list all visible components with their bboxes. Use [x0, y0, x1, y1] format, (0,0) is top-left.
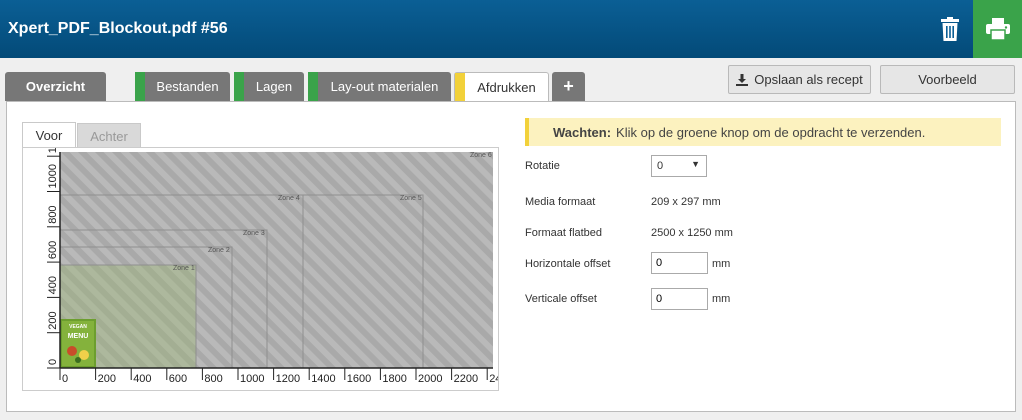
download-icon [736, 73, 749, 86]
vertical-offset-label: Verticale offset [525, 293, 597, 305]
tab-label: Overzicht [25, 79, 86, 94]
tab-lagen[interactable]: Lagen [234, 72, 304, 101]
x-tick-label: 2000 [418, 373, 442, 385]
tab-bestanden[interactable]: Bestanden [135, 72, 230, 101]
tab-label: Lagen [255, 79, 293, 94]
zone-3-label: Zone 3 [243, 230, 265, 237]
tab-front[interactable]: Voor [22, 122, 76, 148]
tab-label: Bestanden [156, 79, 219, 94]
tab-overzicht[interactable]: Overzicht [5, 72, 106, 101]
zone-6-label: Zone 6 [470, 152, 492, 159]
tab-label: Afdrukken [477, 80, 536, 95]
chevron-down-icon: ▼ [691, 159, 700, 169]
y-tick-label: 200 [47, 311, 59, 329]
x-tick-label: 1800 [382, 373, 406, 385]
y-tick-label: 800 [47, 205, 59, 223]
print-panel: Voor Achter Zone 1 Zone 2 Zone 3 Zone 4 … [6, 101, 1016, 412]
x-tick-label: 1200 [276, 373, 300, 385]
vertical-offset-input[interactable] [651, 288, 708, 310]
y-tick-label: 400 [47, 276, 59, 294]
flatbed-preview[interactable]: Zone 1 Zone 2 Zone 3 Zone 4 Zone 5 Zone … [22, 129, 508, 391]
tab-back[interactable]: Achter [77, 123, 141, 149]
delete-button[interactable] [928, 0, 972, 58]
preview-button[interactable]: Voorbeeld [880, 65, 1015, 94]
plus-icon: + [563, 76, 574, 96]
horizontal-offset-label: Horizontale offset [525, 258, 611, 270]
x-tick-label: 240 [489, 373, 498, 385]
y-tick-label: 1200 [47, 148, 59, 153]
x-tick-label: 2200 [454, 373, 478, 385]
tab-front-label: Voor [35, 128, 63, 143]
zone-1-label: Zone 1 [173, 265, 195, 272]
x-tick-label: 600 [169, 373, 187, 385]
horizontal-offset-input[interactable] [651, 252, 708, 274]
add-tab-button[interactable]: + [552, 72, 585, 101]
x-tick-label: 1000 [240, 373, 264, 385]
x-tick-label: 800 [204, 373, 222, 385]
flatbed-canvas: Zone 1 Zone 2 Zone 3 Zone 4 Zone 5 Zone … [47, 129, 508, 385]
flatbed-format-label: Formaat flatbed [525, 227, 603, 239]
artwork-thumbnail[interactable]: VEGAN MENU [60, 319, 96, 368]
status-stripe [308, 72, 318, 101]
status-stripe [135, 72, 145, 101]
printer-icon [985, 18, 1010, 40]
document-title: Xpert_PDF_Blockout.pdf #56 [8, 20, 228, 37]
media-format-label: Media formaat [525, 196, 596, 208]
x-tick-label: 200 [98, 373, 116, 385]
preview-label: Voorbeeld [918, 72, 977, 87]
zone-2-label: Zone 2 [208, 247, 230, 254]
x-axis-ticks: 0 200 400 600 800 1000 1200 1400 1600 1800 2000 220… [59, 368, 508, 385]
y-axis-ticks: 0 200 400 600 800 1000 1200 [47, 129, 60, 369]
x-tick-label: 0 [62, 373, 68, 385]
flatbed-format-value: 2500 x 1250 mm [651, 227, 733, 239]
x-tick-label: 1600 [347, 373, 371, 385]
rotation-label: Rotatie [525, 160, 560, 172]
rotation-value: 0 [657, 160, 664, 172]
tab-layout-materialen[interactable]: Lay-out materialen [308, 72, 451, 101]
print-button[interactable] [973, 0, 1022, 58]
thumbnail-text-vegan: VEGAN [69, 324, 87, 330]
waiting-alert: Wachten: Klik op de groene knop om de op… [525, 118, 1001, 146]
zone-5-label: Zone 5 [400, 195, 422, 202]
rotation-select[interactable]: 0 ▼ [651, 155, 707, 177]
status-stripe [455, 73, 465, 102]
tab-back-label: Achter [90, 128, 128, 144]
x-tick-label: 1400 [311, 373, 335, 385]
save-recipe-label: Opslaan als recept [754, 72, 863, 87]
app-header: Xpert_PDF_Blockout.pdf #56 [0, 0, 1022, 58]
vertical-offset-unit: mm [712, 293, 731, 305]
alert-message: Klik op de groene knop om de opdracht te… [616, 124, 926, 140]
save-recipe-button[interactable]: Opslaan als recept [728, 65, 871, 94]
tab-label: Lay-out materialen [330, 79, 439, 94]
tab-afdrukken[interactable]: Afdrukken [454, 72, 549, 102]
alert-title: Wachten: [553, 124, 612, 140]
thumbnail-text-menu: MENU [68, 333, 89, 340]
zone-4-label: Zone 4 [278, 195, 300, 202]
y-tick-label: 600 [47, 241, 59, 259]
horizontal-offset-unit: mm [712, 258, 731, 270]
y-tick-label: 0 [47, 359, 59, 365]
y-tick-label: 1000 [47, 164, 59, 188]
media-format-value: 209 x 297 mm [651, 196, 721, 208]
trash-icon [941, 17, 959, 41]
status-stripe [234, 72, 244, 101]
x-tick-label: 400 [133, 373, 151, 385]
